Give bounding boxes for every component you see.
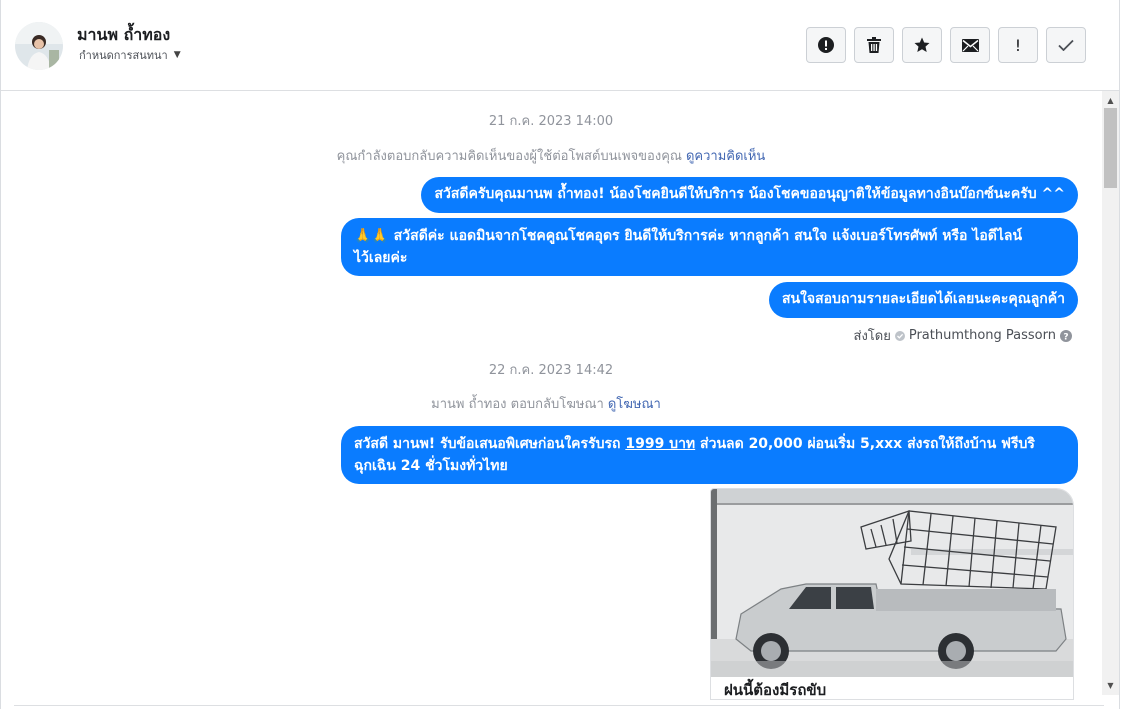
scroll-thumb[interactable] xyxy=(1104,108,1117,188)
mark-done-button[interactable] xyxy=(1046,27,1086,63)
envelope-icon xyxy=(961,38,979,52)
composer-divider xyxy=(14,705,1104,706)
sender-name[interactable]: Prathumthong Passorn xyxy=(909,328,1056,343)
message-text: สนใจสอบถามรายละเอียดได้เลยนะคะคุณลูกค้า xyxy=(781,291,1065,307)
avatar[interactable] xyxy=(15,22,63,70)
assign-label: กำหนดการสนทนา xyxy=(79,49,168,62)
checkmark-icon xyxy=(1058,39,1074,51)
alert-circle-icon xyxy=(818,37,834,53)
message-text: ไว้เลยค่ะ xyxy=(354,250,408,266)
message-bubble[interactable]: สวัสดีครับคุณมานพ ถ้ำทอง! น้องโชคยินดีให… xyxy=(421,177,1078,213)
ad-card[interactable]: ฝนนี้ต้องมีรถขับ xyxy=(710,488,1074,700)
frame-border-right xyxy=(1119,0,1120,709)
star-button[interactable] xyxy=(902,27,942,63)
assign-conversation-dropdown[interactable]: กำหนดการสนทนา ▼ xyxy=(79,46,181,64)
message-text: สวัสดีครับคุณมานพ ถ้ำทอง! น้องโชคยินดีให… xyxy=(434,186,1065,202)
message-text: สวัสดีค่ะ แอดมินจากโชคคูณโชคอุดร ยินดีให… xyxy=(393,228,1023,244)
system-notice-text: มานพ ถ้ำทอง ตอบกลับโฆษณา xyxy=(431,397,604,412)
system-notice: คุณกำลังตอบกลับความคิดเห็นของผู้ใช้ต่อโพ… xyxy=(0,145,1102,166)
message-text: ส่วนลด 20,000 ผ่อนเริ่ม 5,xxx ส่งรถให้ถึ… xyxy=(695,436,1035,452)
message-text: ฉุกเฉิน 24 ชั่วโมงทั่วไทย xyxy=(354,458,508,474)
date-separator: 22 ก.ค. 2023 14:42 xyxy=(488,363,614,378)
contact-name: มานพ ถ้ำทอง xyxy=(77,25,171,44)
spam-button[interactable] xyxy=(806,27,846,63)
message-bubble[interactable]: สวัสดี มานพ! รับข้อเสนอพิเศษก่อนใครรับรถ… xyxy=(341,426,1078,484)
date-separator: 21 ก.ค. 2023 14:00 xyxy=(488,114,614,129)
frame-border-left xyxy=(0,0,1,709)
ad-image xyxy=(711,489,1073,677)
message-bubble[interactable]: 🙏🙏 สวัสดีค่ะ แอดมินจากโชคคูณโชคอุดร ยินด… xyxy=(341,218,1078,276)
view-comment-link[interactable]: ดูความคิดเห็น xyxy=(686,149,765,164)
scrollbar[interactable]: ▲ ▼ xyxy=(1102,91,1119,695)
view-ad-link[interactable]: ดูโฆษณา xyxy=(608,397,661,412)
system-notice-text: คุณกำลังตอบกลับความคิดเห็นของผู้ใช้ต่อโพ… xyxy=(336,149,682,164)
message-bubble[interactable]: สนใจสอบถามรายละเอียดได้เลยนะคะคุณลูกค้า xyxy=(768,282,1078,318)
scroll-down-arrow-icon[interactable]: ▼ xyxy=(1102,677,1119,694)
delete-button[interactable] xyxy=(854,27,894,63)
message-text: สวัสดี มานพ! รับข้อเสนอพิเศษก่อนใครรับรถ xyxy=(354,436,626,452)
system-notice: มานพ ถ้ำทอง ตอบกลับโฆษณา ดูโฆษณา xyxy=(0,393,1097,414)
sent-by-label: ส่งโดย xyxy=(853,329,891,344)
ad-caption: ฝนนี้ต้องมีรถขับ xyxy=(724,681,827,699)
caret-down-icon: ▼ xyxy=(173,50,181,60)
follow-up-button[interactable]: ! xyxy=(998,27,1038,63)
trash-icon xyxy=(867,37,881,53)
svg-text:?: ? xyxy=(1063,332,1068,342)
price-link[interactable]: 1999 บาท xyxy=(625,436,695,452)
mark-unread-button[interactable] xyxy=(950,27,990,63)
help-icon[interactable]: ? xyxy=(1060,329,1072,342)
conversation-header: มานพ ถ้ำทอง กำหนดการสนทนา ▼ ! xyxy=(1,0,1119,91)
scroll-up-arrow-icon[interactable]: ▲ xyxy=(1102,92,1119,109)
sent-by-info: ส่งโดย Prathumthong Passorn ? xyxy=(854,325,1072,346)
pray-emoji: 🙏🙏 xyxy=(354,228,389,244)
exclamation-icon: ! xyxy=(1014,35,1022,55)
verified-badge-icon xyxy=(894,330,905,341)
star-icon xyxy=(914,37,930,52)
